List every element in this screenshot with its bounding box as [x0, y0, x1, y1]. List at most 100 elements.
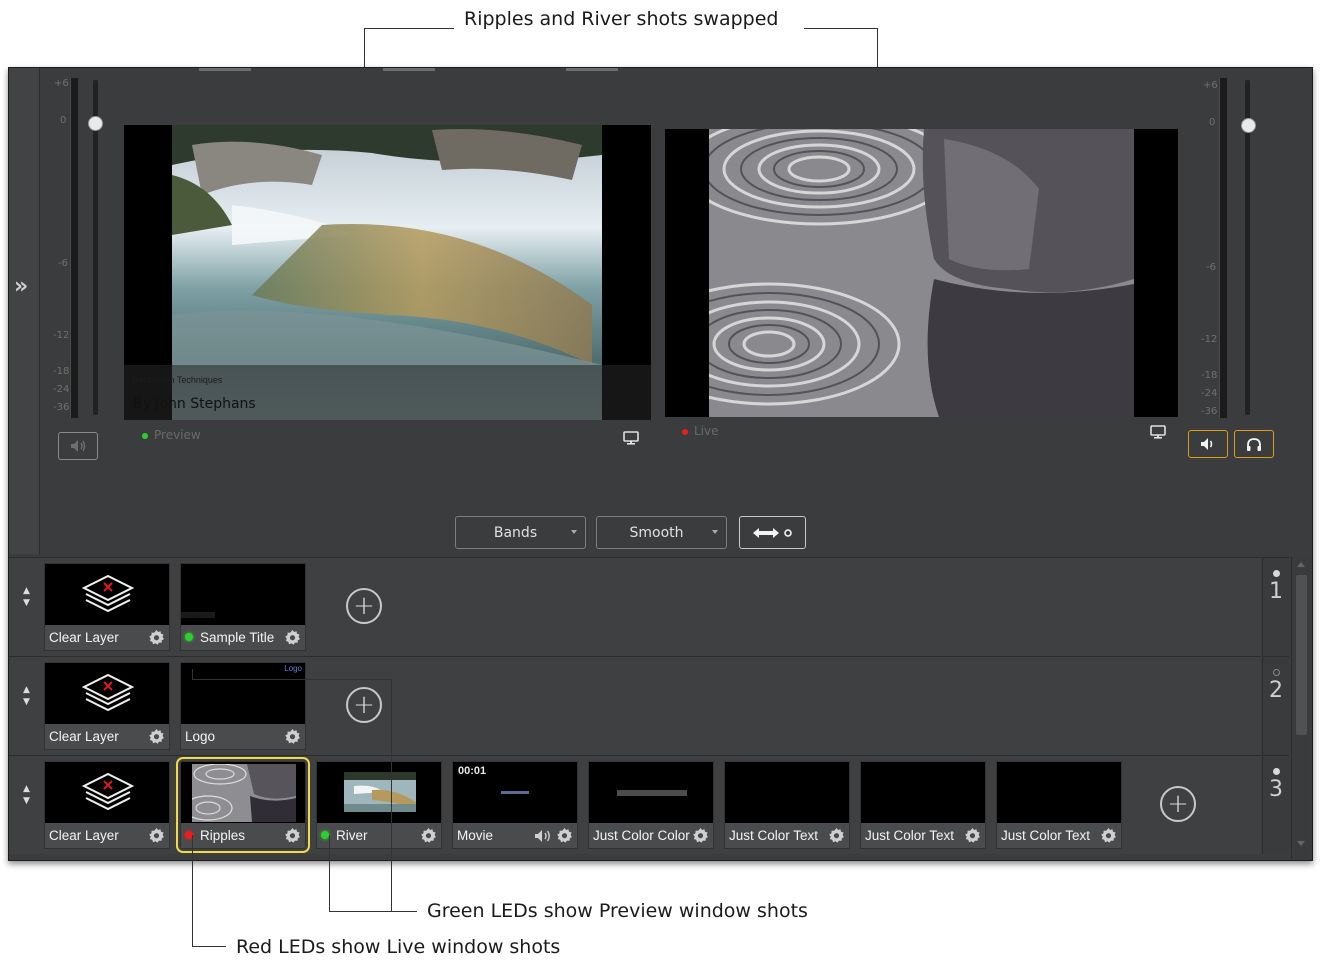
- tab-indicator: [566, 68, 618, 71]
- move-layer-down-icon[interactable]: ▼: [23, 696, 33, 708]
- audio-speaker-icon[interactable]: [533, 829, 553, 843]
- layer-number-3[interactable]: 3: [1262, 755, 1289, 854]
- meter-scale-label: -36: [1201, 406, 1218, 417]
- expand-panel-icon[interactable]: »: [14, 274, 28, 299]
- shot-movie[interactable]: 00:01 Movie: [452, 761, 578, 849]
- meter-scale-label: -24: [53, 384, 70, 395]
- meter-scale-label: -6: [58, 258, 68, 269]
- layer-number-text: 1: [1269, 579, 1283, 604]
- gear-icon[interactable]: [692, 827, 709, 844]
- meter-scale-label: -12: [1201, 334, 1218, 345]
- left-volume-knob[interactable]: [88, 116, 103, 131]
- live-status-dot: [682, 428, 688, 435]
- preview-monitor[interactable]: Relaxation Techniques By John Stephans: [124, 125, 651, 420]
- shot-ripples[interactable]: Ripples: [176, 757, 310, 853]
- mute-audio-button[interactable]: [58, 432, 98, 460]
- meter-scale-label: -12: [53, 330, 70, 341]
- meter-scale-label: 0: [1209, 117, 1216, 128]
- transition-speed-dropdown[interactable]: Smooth: [596, 516, 727, 549]
- gear-icon[interactable]: [284, 728, 301, 745]
- live-monitor[interactable]: [665, 129, 1178, 417]
- transition-speed-value: Smooth: [629, 524, 684, 541]
- add-shot-button[interactable]: +: [346, 588, 382, 624]
- layer-number-2[interactable]: 2: [1262, 656, 1289, 755]
- layer-reorder-arrows: ▲ ▼: [23, 585, 33, 609]
- left-audio-meter: [70, 78, 78, 418]
- layer-visible-dot: [1272, 570, 1280, 577]
- live-label: Live: [682, 424, 719, 438]
- preview-output-monitor-icon[interactable]: [623, 431, 639, 445]
- shot-label-text: Sample Title: [200, 630, 275, 645]
- tab-indicator: [199, 68, 251, 71]
- live-output-monitor-icon[interactable]: [1150, 425, 1166, 439]
- layer-number-text: 3: [1269, 777, 1283, 802]
- callout-line: [192, 669, 193, 679]
- move-layer-up-icon[interactable]: ▲: [23, 585, 33, 597]
- meter-scale-label: -18: [53, 366, 70, 377]
- gear-icon[interactable]: [420, 827, 437, 844]
- river-thumbnail: [344, 772, 416, 812]
- ripples-thumbnail: [192, 764, 296, 822]
- scroll-thumb[interactable]: [1296, 575, 1307, 735]
- shot-just-color-color[interactable]: Just Color Color: [588, 761, 714, 849]
- shot-logo[interactable]: Logo Logo: [180, 662, 306, 750]
- layer-row-1: ▲ ▼ Clear Layer Sample Title +: [9, 557, 1261, 656]
- scroll-down-arrow[interactable]: [1297, 841, 1305, 846]
- shot-river[interactable]: River: [316, 761, 442, 849]
- gear-icon[interactable]: [148, 629, 165, 646]
- callout-line: [391, 679, 392, 911]
- gear-icon[interactable]: [556, 827, 573, 844]
- add-shot-button[interactable]: +: [346, 687, 382, 723]
- title-overlay-small: Relaxation Techniques: [132, 375, 223, 385]
- layer-reorder-arrows: ▲ ▼: [23, 783, 33, 807]
- shot-just-color-text[interactable]: Just Color Text: [996, 761, 1122, 849]
- movie-thumb-credit: [501, 791, 529, 794]
- layer-hidden-dot: [1272, 669, 1280, 676]
- preview-led: [321, 831, 329, 840]
- preview-label-text: Preview: [154, 428, 201, 442]
- gear-icon[interactable]: [1100, 827, 1117, 844]
- meter-scale-label: +6: [1203, 80, 1218, 91]
- right-volume-knob[interactable]: [1241, 118, 1256, 133]
- callout-line: [192, 946, 226, 947]
- layer-number-1[interactable]: 1: [1262, 557, 1289, 656]
- shot-clear-layer[interactable]: Clear Layer: [44, 563, 170, 651]
- shot-clear-layer[interactable]: Clear Layer: [44, 662, 170, 750]
- layers-scrollbar[interactable]: [1291, 557, 1310, 859]
- gear-icon[interactable]: [284, 827, 301, 844]
- headphones-monitor-button[interactable]: [1234, 430, 1274, 458]
- gear-icon[interactable]: [148, 728, 165, 745]
- swap-transition-button[interactable]: [739, 516, 806, 549]
- shot-label-text: River: [336, 828, 368, 843]
- meter-scale-label: -6: [1206, 262, 1216, 273]
- layers-clear-icon: [81, 673, 135, 712]
- shot-clear-layer[interactable]: Clear Layer: [44, 761, 170, 849]
- layer-row-3: ▲ ▼ Clear Layer Ripples River 00:01 Movi…: [9, 755, 1261, 854]
- speaker-icon: [1201, 438, 1213, 450]
- layer-number-text: 2: [1269, 678, 1283, 703]
- move-layer-up-icon[interactable]: ▲: [23, 783, 33, 795]
- gear-icon[interactable]: [964, 827, 981, 844]
- chevron-down-icon: [712, 530, 718, 534]
- speaker-monitor-button[interactable]: [1188, 430, 1228, 458]
- move-layer-up-icon[interactable]: ▲: [23, 684, 33, 696]
- scroll-up-arrow[interactable]: [1297, 562, 1305, 567]
- shot-just-color-text[interactable]: Just Color Text: [724, 761, 850, 849]
- speaker-muted-icon: [71, 440, 86, 452]
- annotation-green-leds: Green LEDs show Preview window shots: [427, 900, 808, 922]
- callout-line: [192, 835, 193, 946]
- shot-thumbnail: [181, 612, 215, 618]
- shot-sample-title[interactable]: Sample Title: [180, 563, 306, 651]
- shot-just-color-text[interactable]: Just Color Text: [860, 761, 986, 849]
- add-shot-button[interactable]: +: [1160, 786, 1196, 822]
- move-layer-down-icon[interactable]: ▼: [23, 597, 33, 609]
- meter-scale-label: +6: [54, 78, 69, 89]
- layers-panel: ▲ ▼ Clear Layer Sample Title + ▲ ▼ Clear…: [9, 557, 1312, 860]
- tab-indicator: [383, 68, 435, 71]
- preview-status-dot: [142, 432, 148, 439]
- move-layer-down-icon[interactable]: ▼: [23, 795, 33, 807]
- gear-icon[interactable]: [828, 827, 845, 844]
- gear-icon[interactable]: [148, 827, 165, 844]
- gear-icon[interactable]: [284, 629, 301, 646]
- transition-type-dropdown[interactable]: Bands: [455, 516, 586, 549]
